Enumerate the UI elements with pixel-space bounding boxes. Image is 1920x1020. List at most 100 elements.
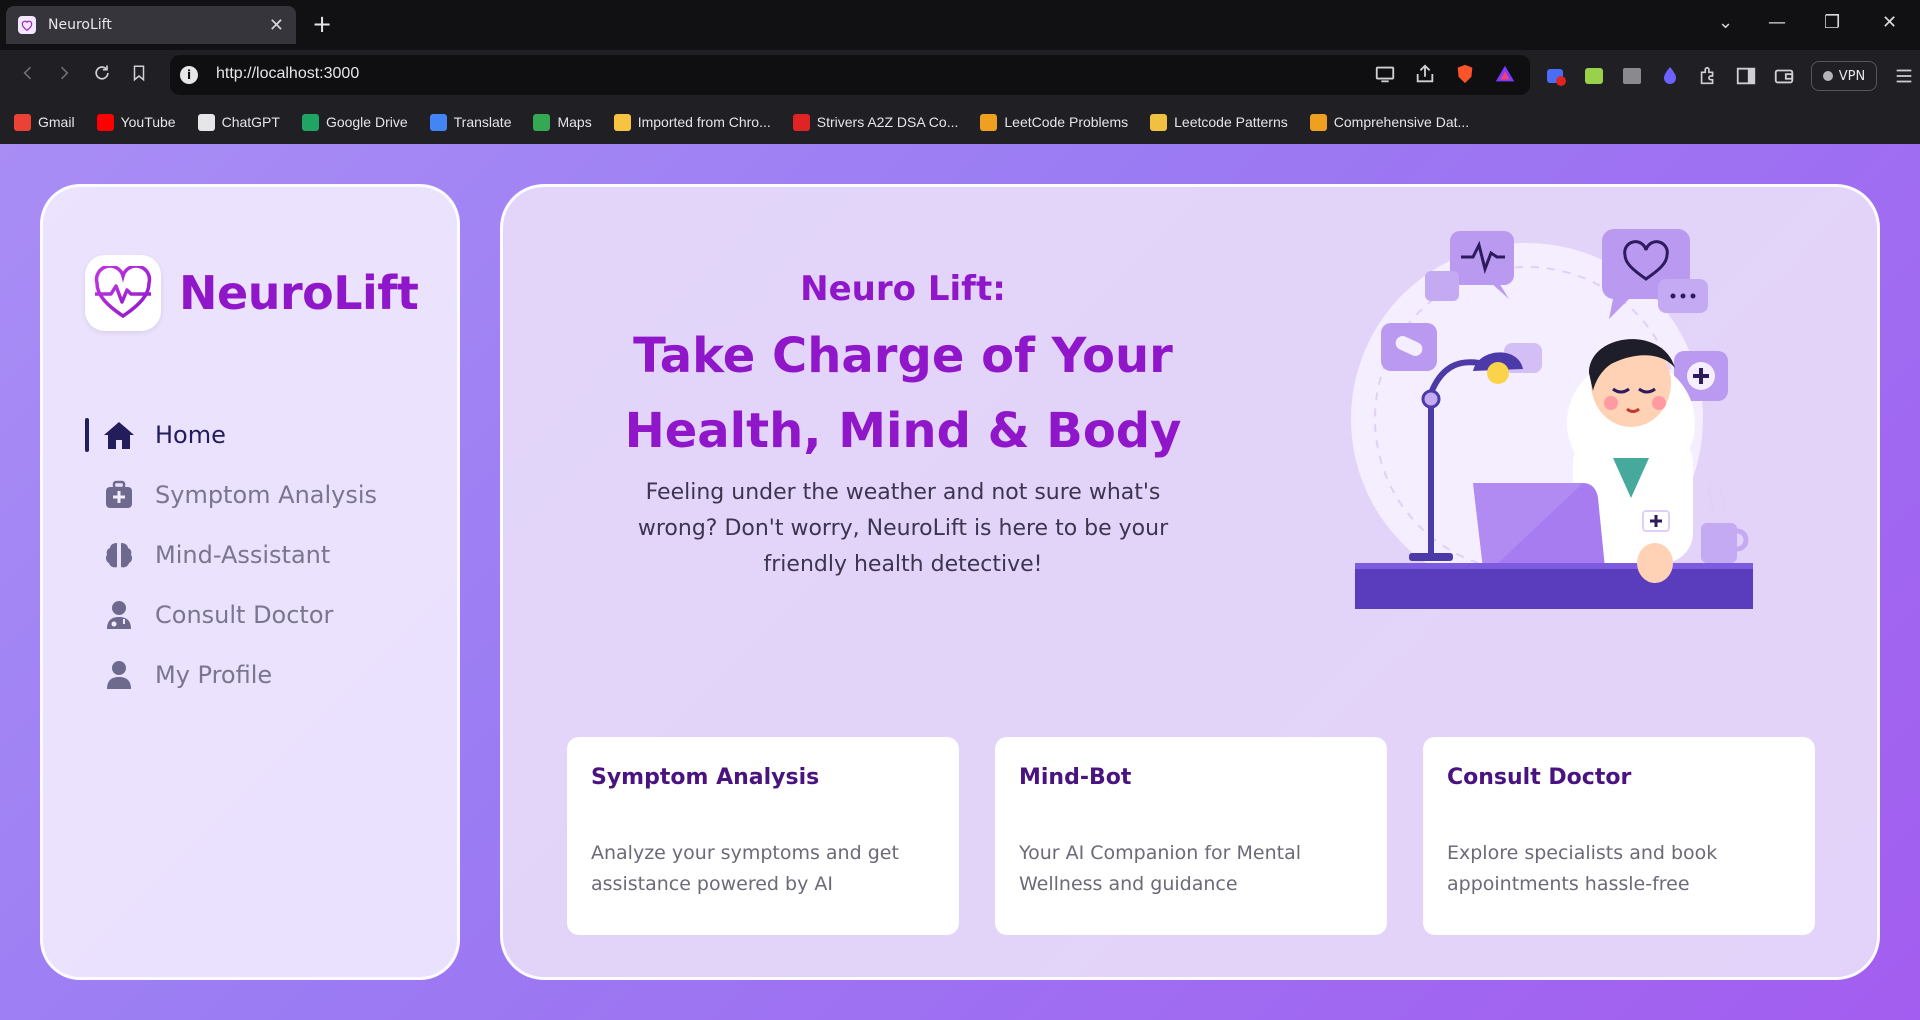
bookmark-label: ChatGPT	[221, 114, 280, 130]
brave-rewards-icon[interactable]	[1494, 63, 1516, 85]
bookmark-item[interactable]: Imported from Chro...	[613, 113, 771, 131]
menu-icon[interactable]	[1893, 65, 1915, 87]
bookmark-favicon-icon	[197, 113, 215, 131]
new-tab-button[interactable]: +	[312, 10, 332, 38]
bookmark-favicon-icon	[301, 113, 319, 131]
bookmark-label: Gmail	[38, 114, 75, 130]
sidebar-item-label: Home	[155, 421, 226, 449]
bookmark-icon[interactable]	[130, 63, 148, 88]
card-description: Explore specialists and book appointment…	[1447, 842, 1718, 895]
forward-icon[interactable]	[54, 63, 74, 88]
bookmark-label: Leetcode Patterns	[1174, 114, 1288, 130]
bookmark-label: YouTube	[120, 114, 176, 130]
sidebar-item-consult-doctor[interactable]: Consult Doctor	[85, 585, 415, 645]
card-mind-bot[interactable]: Mind-Bot Your AI Companion for Mental We…	[995, 737, 1387, 935]
bookmark-favicon-icon	[14, 113, 31, 131]
bookmark-item[interactable]: Comprehensive Dat...	[1309, 113, 1470, 131]
bookmark-favicon-icon	[1309, 113, 1327, 131]
bookmark-item[interactable]: LeetCode Problems	[980, 113, 1129, 131]
bookmark-label: Comprehensive Dat...	[1333, 114, 1470, 130]
sidebar-item-my-profile[interactable]: My Profile	[85, 645, 415, 705]
hero-section: Neuro Lift: Take Charge of Your Health, …	[593, 269, 1213, 583]
hero-subtitle: Neuro Lift:	[800, 269, 1006, 309]
hero-title-line-2: Health, Mind & Body	[624, 403, 1182, 459]
restore-icon[interactable]: ❐	[1824, 12, 1840, 33]
tab-search-icon[interactable]: ⌄	[1718, 12, 1733, 33]
sidebar: NeuroLift Home Symptom Analysis Mind-Ass…	[40, 184, 460, 980]
minimize-icon[interactable]: —	[1768, 12, 1786, 33]
sidebar-item-label: Symptom Analysis	[155, 481, 378, 509]
sidebar-item-label: Consult Doctor	[155, 601, 334, 629]
cast-icon[interactable]	[1374, 63, 1396, 85]
neurolift-favicon-icon	[18, 16, 36, 34]
bookmark-label: Google Drive	[325, 114, 408, 130]
sidebar-toggle-icon[interactable]	[1735, 65, 1757, 87]
vpn-status-icon	[1822, 71, 1833, 81]
bookmark-label: Strivers A2Z DSA Co...	[816, 114, 959, 130]
close-window-icon[interactable]: ✕	[1882, 12, 1897, 33]
card-description: Analyze your symptoms and get assistance…	[591, 842, 899, 895]
extension-grey-icon[interactable]	[1621, 65, 1643, 87]
card-title: Symptom Analysis	[591, 765, 820, 790]
bookmark-favicon-icon	[429, 113, 447, 131]
share-icon[interactable]	[1414, 63, 1436, 85]
bookmarks-bar: Gmail YouTube ChatGPT Google Drive Translate…	[0, 100, 1920, 144]
extensions-puzzle-icon[interactable]	[1697, 65, 1719, 87]
reload-icon[interactable]	[92, 63, 112, 88]
hero-title-line-1: Take Charge of Your	[633, 328, 1173, 384]
bookmark-label: Maps	[557, 114, 592, 130]
bookmark-item[interactable]: Gmail	[14, 113, 75, 131]
bookmark-item[interactable]: Maps	[533, 113, 592, 131]
bookmark-favicon-icon	[1150, 113, 1168, 131]
url-text[interactable]: http://localhost:3000	[216, 65, 359, 83]
browser-tab[interactable]: NeuroLift ✕	[6, 6, 296, 44]
card-title: Mind-Bot	[1019, 765, 1132, 790]
bookmark-label: LeetCode Problems	[1004, 114, 1129, 130]
browser-toolbar: i http://localhost:3000 VPN	[0, 50, 1920, 100]
home-icon	[103, 419, 135, 451]
brand[interactable]: NeuroLift	[85, 255, 419, 331]
extension-flame-icon[interactable]	[1659, 65, 1681, 87]
bookmark-item[interactable]: ChatGPT	[197, 113, 280, 131]
sidebar-item-label: Mind-Assistant	[155, 541, 331, 569]
sidebar-item-home[interactable]: Home	[85, 405, 415, 465]
hero-title: Take Charge of Your Health, Mind & Body	[593, 319, 1213, 469]
sidebar-item-label: My Profile	[155, 661, 273, 689]
card-symptom-analysis[interactable]: Symptom Analysis Analyze your symptoms a…	[567, 737, 959, 935]
bookmark-item[interactable]: Translate	[429, 113, 512, 131]
back-icon[interactable]	[18, 63, 38, 88]
tab-close-icon[interactable]: ✕	[269, 15, 284, 36]
brave-shield-icon[interactable]	[1454, 63, 1476, 85]
bookmark-label: Translate	[453, 114, 512, 130]
medkit-icon	[103, 479, 135, 511]
site-info-icon[interactable]: i	[180, 66, 198, 84]
main-panel: Neuro Lift: Take Charge of Your Health, …	[500, 184, 1880, 980]
browser-tab-bar: NeuroLift ✕ + ⌄ — ❐ ✕	[0, 0, 1920, 50]
bookmark-favicon-icon	[96, 113, 114, 131]
bookmark-item[interactable]: Strivers A2Z DSA Co...	[792, 113, 959, 131]
bookmark-item[interactable]: Google Drive	[301, 113, 408, 131]
wallet-icon[interactable]	[1773, 65, 1795, 87]
feature-cards: Symptom Analysis Analyze your symptoms a…	[567, 737, 1815, 935]
sidebar-item-mind-assistant[interactable]: Mind-Assistant	[85, 525, 415, 585]
bookmark-favicon-icon	[613, 113, 631, 131]
extension-green-icon[interactable]	[1583, 65, 1605, 87]
brand-name: NeuroLift	[179, 266, 419, 320]
bookmark-item[interactable]: Leetcode Patterns	[1150, 113, 1288, 131]
bookmark-item[interactable]: YouTube	[96, 113, 176, 131]
doctor-illustration	[1313, 223, 1755, 623]
vpn-button[interactable]: VPN	[1811, 61, 1877, 91]
doctor-icon	[103, 599, 135, 631]
card-title: Consult Doctor	[1447, 765, 1632, 790]
sidebar-item-symptom-analysis[interactable]: Symptom Analysis	[85, 465, 415, 525]
vpn-label: VPN	[1838, 68, 1866, 84]
bookmark-favicon-icon	[792, 113, 810, 131]
extension-translate-icon[interactable]	[1545, 65, 1567, 87]
app-page: NeuroLift Home Symptom Analysis Mind-Ass…	[0, 144, 1920, 1020]
user-icon	[103, 659, 135, 691]
address-bar[interactable]: i http://localhost:3000	[170, 55, 1530, 95]
card-description: Your AI Companion for Mental Wellness an…	[1019, 842, 1302, 895]
heartbeat-logo-icon	[85, 255, 161, 331]
card-consult-doctor[interactable]: Consult Doctor Explore specialists and b…	[1423, 737, 1815, 935]
bookmark-favicon-icon	[533, 113, 551, 131]
